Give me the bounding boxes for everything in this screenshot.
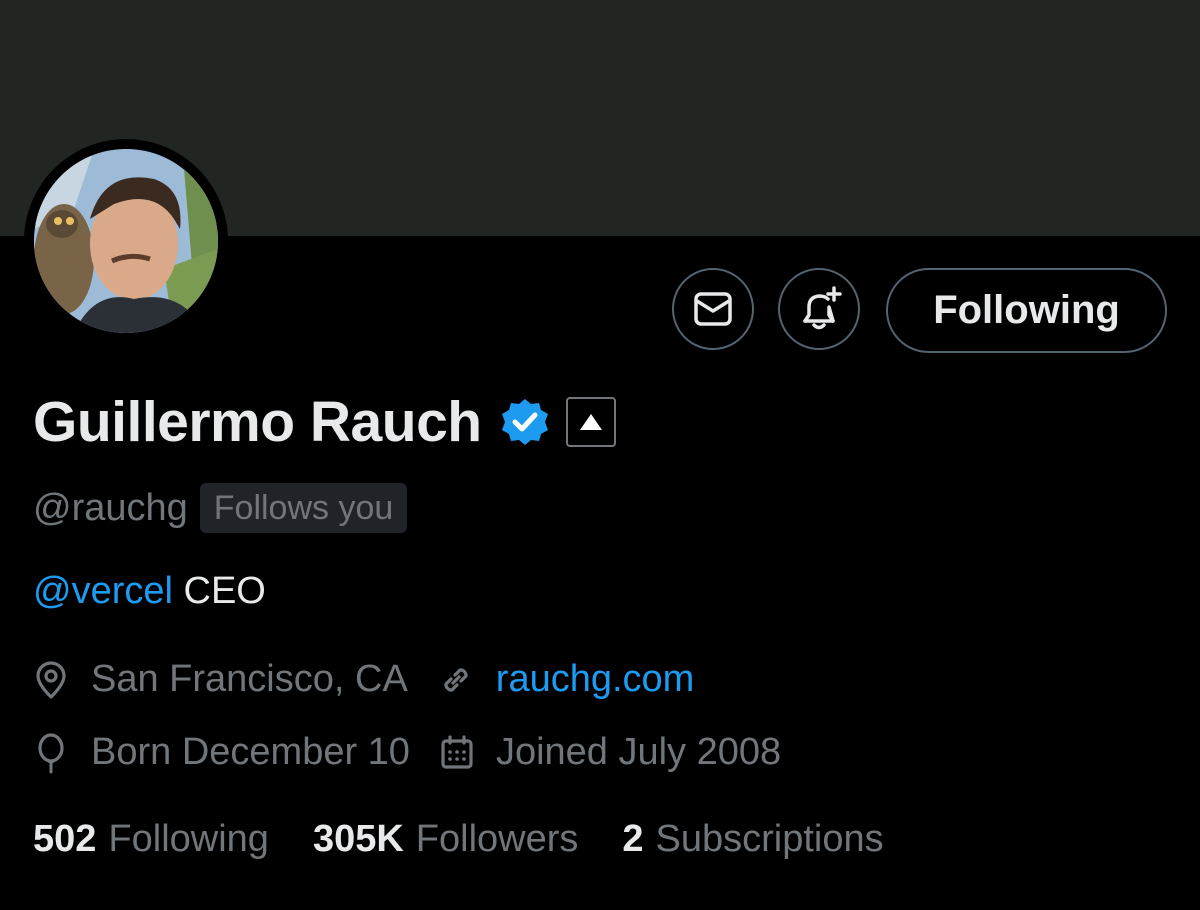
balloon-icon <box>33 732 69 774</box>
notify-button[interactable] <box>778 268 860 350</box>
subscriptions-stat[interactable]: 2 Subscriptions <box>622 818 883 861</box>
location-pin-icon <box>33 660 69 700</box>
joined-item: Joined July 2008 <box>440 731 781 774</box>
display-name: Guillermo Rauch <box>33 390 482 454</box>
mail-icon <box>694 292 732 326</box>
bell-plus-icon <box>803 286 842 330</box>
calendar-icon <box>440 734 474 771</box>
following-stat[interactable]: 502 Following <box>33 818 269 861</box>
subscriptions-count: 2 <box>622 818 644 860</box>
meta-row-1: San Francisco, CA rauchg.com <box>33 658 694 701</box>
handle-row: @rauchg Follows you <box>33 482 408 534</box>
birthday-text: Born December 10 <box>91 731 410 773</box>
website-link[interactable]: rauchg.com <box>496 658 695 701</box>
message-button[interactable] <box>672 268 754 350</box>
following-label: Following <box>108 818 269 860</box>
birthday-item: Born December 10 <box>33 731 410 774</box>
followers-label: Followers <box>415 818 579 860</box>
meta-row-2: Born December 10 Joined July 2008 <box>33 731 781 774</box>
joined-text: Joined July 2008 <box>495 731 782 773</box>
name-row: Guillermo Rauch <box>33 386 616 458</box>
stats-row: 502 Following 305K Followers 2 Subscript… <box>33 818 928 861</box>
caret-up-icon <box>579 414 602 430</box>
bio-text: CEO <box>172 570 266 612</box>
location-item: San Francisco, CA <box>33 658 408 701</box>
verified-badge-icon[interactable] <box>500 397 550 447</box>
bio-mention-link[interactable]: @vercel <box>33 570 173 612</box>
subscriptions-label: Subscriptions <box>655 818 884 860</box>
follows-you-badge: Follows you <box>199 483 408 533</box>
following-button[interactable]: Following <box>886 268 1167 353</box>
location-text: San Francisco, CA <box>91 658 408 700</box>
following-count: 502 <box>33 818 97 860</box>
website-item[interactable]: rauchg.com <box>438 658 695 701</box>
user-handle: @rauchg <box>33 486 188 529</box>
followers-count: 305K <box>312 818 404 860</box>
expand-caret-button[interactable] <box>565 397 616 447</box>
avatar-photo <box>34 149 218 333</box>
link-icon <box>438 662 474 698</box>
followers-stat[interactable]: 305K Followers <box>313 818 578 861</box>
bio: @vercel CEO <box>33 570 266 613</box>
avatar[interactable] <box>34 149 218 333</box>
